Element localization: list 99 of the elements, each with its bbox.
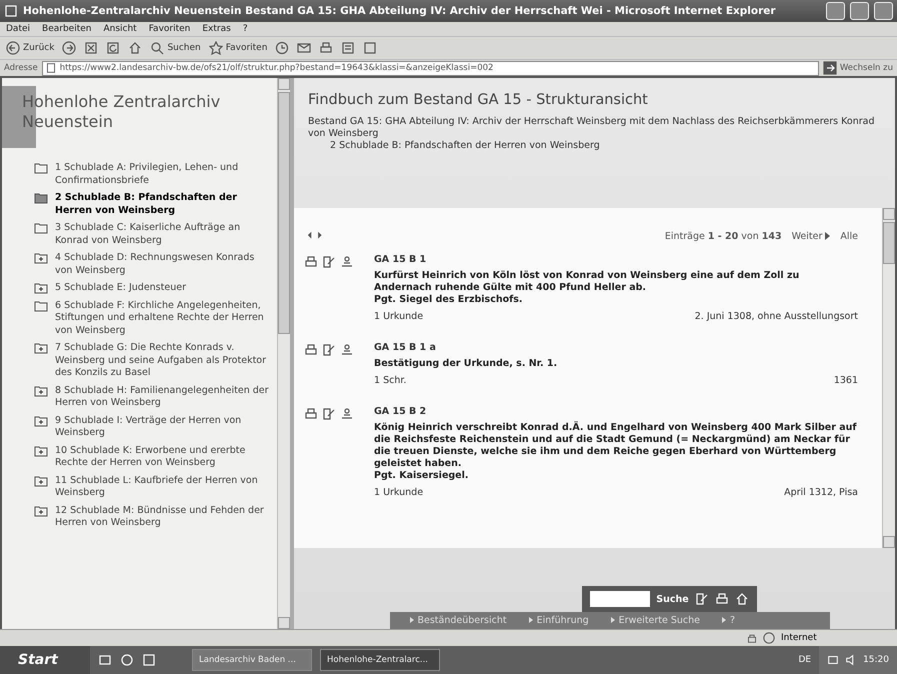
stamp-icon: [340, 407, 354, 421]
search-button[interactable]: Suche: [656, 594, 689, 604]
zone-text: Internet: [781, 633, 818, 643]
tree-item[interactable]: 4 Schublade D: Rechnungswesen Konrads von Weinsberg: [34, 252, 269, 277]
entry-description: König Heinrich verschreibt Konrad d.Ä. und Engelhard von Weinsberg 400 Mark Silber auf die Reichsfeste Reichenstein und auf die Stadt Gemund (= Neckargmünd) am Neckar für die treuen Dienste, welche sie ihm und dem Reiche gegen Eberhard von Württemberg geleistet haben. Pgt. Kaisersiegel.: [374, 422, 858, 482]
entry-signature: GA 15 B 1 a: [374, 342, 437, 353]
folder-icon[interactable]: [34, 192, 48, 204]
entry-signature: GA 15 B 1: [374, 254, 428, 265]
folder-plus-icon[interactable]: [34, 252, 48, 264]
print-icon: [319, 41, 334, 55]
go-button[interactable]: Wechseln zu: [822, 61, 893, 75]
tree-item[interactable]: 5 Schublade E: Judensteuer: [34, 282, 269, 294]
clock: 15:20: [863, 655, 889, 665]
edit-icon: [322, 255, 336, 269]
folder-plus-icon[interactable]: [34, 384, 48, 396]
language-indicator[interactable]: DE: [798, 655, 812, 665]
entry-extent: 1 Urkunde: [374, 487, 424, 498]
paging-text: Einträge 1 - 20 von 143: [664, 230, 782, 242]
page-icon: [46, 63, 56, 73]
edit-icon: [341, 41, 356, 55]
close-button[interactable]: [874, 2, 893, 20]
tree-item[interactable]: 11 Schublade L: Kaufbriefe der Herren von Weinsberg: [34, 474, 269, 500]
tree-item[interactable]: 3 Schublade C: Kaiserliche Aufträge an Konrad von Weinsberg: [34, 222, 269, 247]
entry-date: April 1312, Pisa: [784, 487, 858, 498]
arrow-icon: [410, 617, 414, 623]
tree-item[interactable]: 12 Schublade M: Bündnisse und Fehden der Herren von Weinsberg: [34, 504, 269, 530]
menu-item[interactable]: Datei: [6, 24, 30, 34]
network-icon: [827, 654, 840, 666]
entry-date: 1361: [834, 375, 858, 386]
taskbar-button[interactable]: Landesarchiv Baden ...: [192, 649, 312, 671]
folder-plus-icon[interactable]: [34, 504, 48, 516]
tree-item[interactable]: 6 Schublade F: Kirchliche Angelegenheiten, Stiftungen und erhaltene Rechte der Herren von Weinsberg: [34, 300, 269, 337]
menu-item[interactable]: Ansicht: [103, 24, 137, 34]
page-title: Findbuch zum Bestand GA 15 - Strukturansicht: [308, 92, 649, 108]
section-text: 2 Schublade B: Pfandschaften der Herren von Weinsberg: [329, 140, 601, 152]
entry-description: Kurfürst Heinrich von Köln löst von Konrad von Weinsberg eine auf dem Zoll zu Andernach ruhende Gülte mit 400 Pfund Heller ab. Pgt. Siegel des Erzbischofs.: [374, 270, 800, 306]
edit-icon: [322, 343, 336, 357]
edit-icon: [694, 592, 709, 606]
address-field[interactable]: https://www2.landesarchiv-bw.de/ofs21/olf/struktur.php?bestand=19643&klassi=&anzeigeKlassi=002: [42, 60, 819, 76]
back-button[interactable]: Zurück: [6, 41, 54, 55]
desktop-icon: [98, 653, 112, 667]
folder-icon[interactable]: [34, 162, 48, 174]
address-label: Adresse: [4, 63, 38, 73]
window-title: Hohenlohe-Zentralarchiv Neuenstein Bestand GA 15: GHA Abteilung IV: Archiv der Herrschaft Wei - Microsoft Internet Explorer: [23, 5, 777, 17]
maximize-button[interactable]: [850, 2, 869, 20]
entry-signature: GA 15 B 2: [374, 406, 428, 417]
tree-item[interactable]: 8 Schublade H: Familienangelegenheiten der Herren von Weinsberg: [34, 384, 269, 410]
breadcrumb-text: Bestand GA 15: GHA Abteilung IV: Archiv der Herrschaft Weinsberg mit dem Nachlass des Reichserbkämmerers Konrad von Weinsberg: [308, 116, 876, 140]
folder-icon[interactable]: [34, 222, 48, 234]
folder-icon[interactable]: [34, 300, 48, 312]
tree-item[interactable]: 9 Schublade I: Verträge der Herren von Weinsberg: [34, 414, 269, 440]
next-link[interactable]: Weiter: [792, 230, 830, 242]
entry-extent: 1 Urkunde: [374, 311, 424, 322]
print-icon: [304, 255, 318, 269]
tree-item[interactable]: 7 Schublade G: Die Rechte Konrads v. Weinsberg und seine Aufgaben als Protektor des Konzils zu Basel: [34, 342, 269, 380]
search-field[interactable]: [590, 591, 650, 607]
entry-extent: 1 Schr.: [374, 375, 406, 386]
home-icon: [128, 41, 142, 55]
print-icon: [714, 592, 729, 606]
folder-plus-icon[interactable]: [34, 342, 48, 354]
tree-item[interactable]: 2 Schublade B: Pfandschaften der Herren von Weinsberg: [34, 192, 269, 217]
folder-plus-icon[interactable]: [34, 474, 48, 486]
taskbar-button[interactable]: Hohenlohe-Zentralarc...: [320, 649, 440, 671]
arrow-icon: [528, 617, 533, 623]
scrollbar[interactable]: [277, 78, 290, 629]
entry-description: Bestätigung der Urkunde, s. Nr. 1.: [374, 358, 558, 370]
arrow-icon: [825, 232, 830, 240]
search-icon: [150, 41, 164, 55]
mail-icon: [297, 41, 312, 55]
search-button[interactable]: Suchen: [150, 41, 201, 55]
entry-date: 2. Juni 1308, ohne Ausstellungsort: [694, 311, 858, 322]
menu-item[interactable]: Extras: [202, 24, 231, 34]
menu-item[interactable]: ?: [242, 24, 248, 34]
star-icon: [208, 41, 223, 55]
refresh-icon: [106, 41, 120, 55]
menu-item[interactable]: Favoriten: [148, 24, 190, 34]
home-icon: [734, 592, 749, 606]
all-link[interactable]: Alle: [840, 230, 858, 242]
minimize-button[interactable]: [826, 2, 845, 20]
lock-icon: [747, 632, 757, 644]
edit-icon: [322, 407, 336, 421]
tree-item[interactable]: 1 Schublade A: Privilegien, Lehen- und Confirmationsbriefe: [34, 162, 269, 187]
arrow-icon: [722, 617, 726, 623]
history-icon: [275, 41, 290, 55]
arrow-icon: [610, 617, 615, 623]
folder-plus-icon[interactable]: [34, 282, 48, 294]
stamp-icon: [340, 255, 354, 269]
favorites-button[interactable]: Favoriten: [208, 41, 268, 55]
menu-item[interactable]: Bearbeiten: [42, 24, 92, 34]
folder-plus-icon[interactable]: [34, 444, 48, 456]
tree-item[interactable]: 10 Schublade K: Erworbene und ererbte Rechte der Herren von Weinsberg: [34, 444, 269, 470]
stamp-icon: [340, 343, 354, 357]
globe-icon: [763, 632, 775, 644]
print-icon: [304, 343, 318, 357]
print-icon: [304, 407, 318, 421]
stop-icon: [84, 41, 98, 55]
start-button[interactable]: Start: [0, 646, 90, 674]
scrollbar[interactable]: [882, 208, 895, 548]
folder-plus-icon[interactable]: [34, 414, 48, 426]
